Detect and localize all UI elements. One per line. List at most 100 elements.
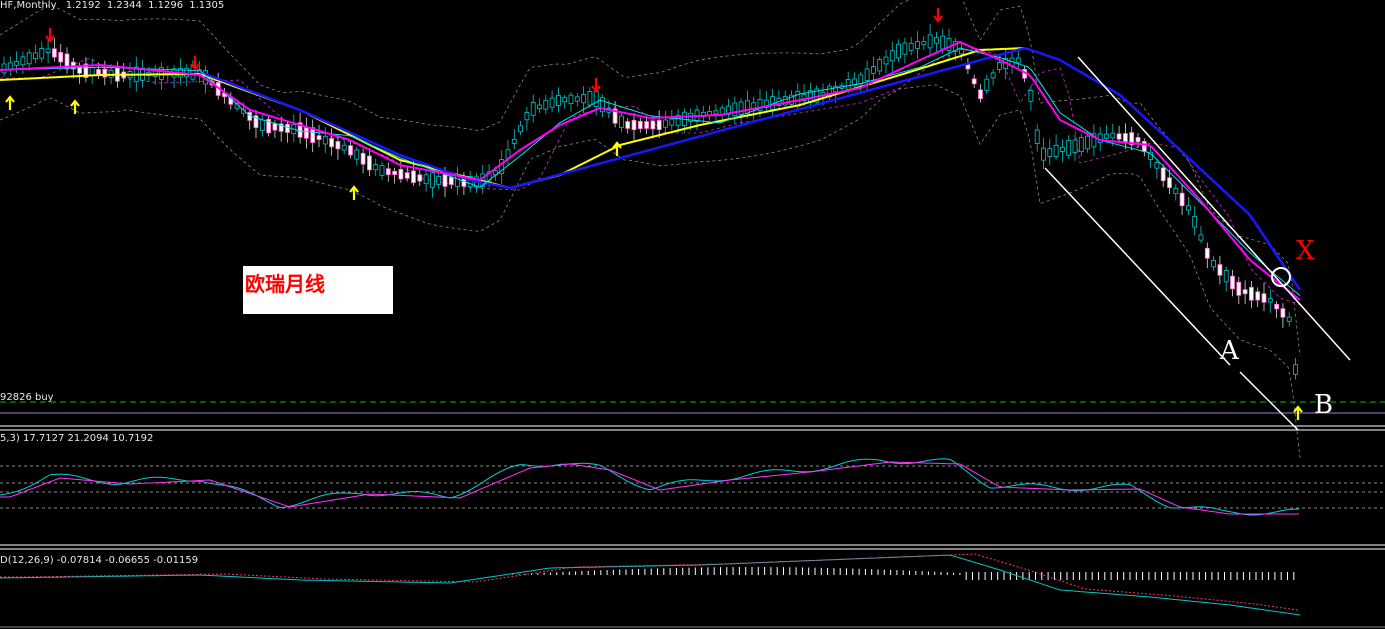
candle-body xyxy=(58,51,64,63)
candle-body xyxy=(1179,192,1185,207)
candle-body xyxy=(1160,167,1166,182)
candle-body xyxy=(341,144,347,151)
candle-body xyxy=(1217,264,1223,276)
candle-body xyxy=(984,78,990,91)
candle-body xyxy=(934,37,939,44)
candle-body xyxy=(543,99,549,110)
candle-body xyxy=(877,59,883,72)
candle-body xyxy=(26,52,32,65)
stoch-main-line xyxy=(0,458,1299,516)
candle-body xyxy=(574,96,580,102)
candle-body xyxy=(1167,177,1172,189)
candle-body xyxy=(1085,135,1090,150)
candlesticks xyxy=(1,24,1298,380)
candle-body xyxy=(385,168,391,176)
stochastic-lines xyxy=(0,458,1299,516)
candle-body xyxy=(971,78,977,85)
candle-body xyxy=(436,175,442,185)
candle-body xyxy=(45,48,51,53)
candle-body xyxy=(1,63,7,74)
candle-body xyxy=(14,60,20,66)
candle-body xyxy=(1230,275,1235,290)
candle-body xyxy=(52,48,57,58)
candle-body xyxy=(348,145,353,156)
candle-body xyxy=(429,172,435,188)
candle-body xyxy=(845,79,851,90)
candle-body xyxy=(1261,293,1267,303)
candle-body xyxy=(864,68,870,81)
candle-body xyxy=(1104,133,1109,139)
candle-body xyxy=(915,41,920,49)
candle-body xyxy=(1060,146,1065,152)
candle-body xyxy=(537,104,542,110)
candle-body xyxy=(442,174,448,187)
buy-arrow-icon xyxy=(5,95,15,110)
candle-body xyxy=(322,135,328,145)
candle-body xyxy=(366,155,372,171)
candle-body xyxy=(33,52,38,60)
candle-body xyxy=(354,149,360,160)
candle-body xyxy=(316,135,322,140)
channel-line-lower-2 xyxy=(1239,371,1299,431)
sell-arrow-icon xyxy=(45,28,55,43)
candle-body xyxy=(883,56,889,65)
candle-body xyxy=(1078,137,1084,152)
candle-body xyxy=(417,174,423,182)
candle-body xyxy=(946,38,952,51)
price-chart-canvas[interactable] xyxy=(0,0,1385,629)
candle-body xyxy=(1267,298,1273,303)
order-label[interactable]: 92826 buy xyxy=(0,392,54,403)
candle-body xyxy=(1066,140,1072,156)
candle-body xyxy=(959,49,964,55)
macd-header: D(12,26,9) -0.07814 -0.06655 -0.01159 xyxy=(0,555,199,566)
candle-body xyxy=(896,43,901,59)
candle-body xyxy=(650,120,656,130)
candle-body xyxy=(738,101,744,115)
channel-line-lower xyxy=(1044,167,1231,366)
candle-body xyxy=(593,91,599,107)
candle-body xyxy=(1041,147,1046,161)
candle-body xyxy=(1123,133,1128,143)
candle-body xyxy=(77,65,82,74)
candle-body xyxy=(1173,188,1179,194)
ohlc-close: 1.1305 xyxy=(189,0,225,11)
candle-body xyxy=(587,91,593,106)
sell-arrow-icon xyxy=(933,8,943,23)
candle-body xyxy=(858,74,864,85)
candle-body xyxy=(745,100,750,114)
candle-body xyxy=(1015,57,1021,64)
candle-body xyxy=(997,62,1002,70)
candle-body xyxy=(1110,132,1116,139)
candle-body xyxy=(902,42,908,55)
sell-arrow-icon xyxy=(591,78,601,93)
candle-body xyxy=(871,66,876,74)
candle-body xyxy=(631,119,637,131)
candle-body xyxy=(1154,162,1160,169)
candle-body xyxy=(448,176,454,185)
candle-body xyxy=(1192,216,1198,228)
trading-terminal: HF,Monthly 1.2192 1.2344 1.1296 1.1305 9… xyxy=(0,0,1385,629)
buy-arrow-icon xyxy=(612,141,622,156)
candle-body xyxy=(1236,281,1242,296)
candle-body xyxy=(562,97,568,103)
candle-body xyxy=(392,170,398,175)
ohlc-open: 1.2192 xyxy=(65,0,101,11)
candle-body xyxy=(411,170,416,183)
candle-body xyxy=(990,72,996,79)
candle-body xyxy=(335,141,341,150)
candle-body xyxy=(518,125,523,133)
candle-body xyxy=(1211,259,1216,268)
candle-body xyxy=(1274,303,1279,310)
candle-body xyxy=(511,138,517,144)
candle-body xyxy=(978,89,983,100)
candle-body xyxy=(556,95,561,106)
candle-body xyxy=(524,112,530,121)
candle-body xyxy=(89,67,95,76)
candle-body xyxy=(663,119,668,128)
candle-body xyxy=(1198,234,1204,241)
candle-body xyxy=(530,102,536,116)
candle-body xyxy=(1249,286,1254,301)
symbol-label: HF,Monthly xyxy=(0,0,57,11)
candle-body xyxy=(889,50,895,62)
candle-body xyxy=(373,164,379,171)
